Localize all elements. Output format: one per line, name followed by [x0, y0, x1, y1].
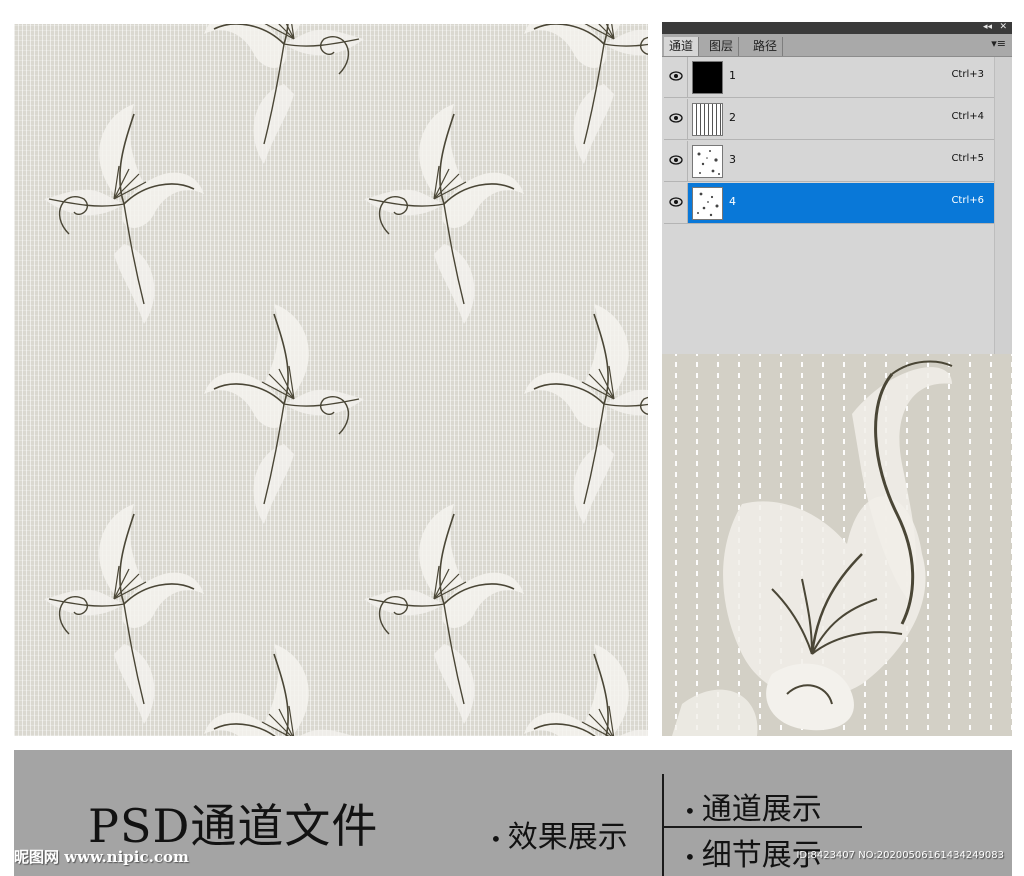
- channel-thumbnail: [692, 61, 723, 94]
- channel-thumbnail: [692, 145, 723, 178]
- flower-motif: [44, 104, 204, 324]
- collapse-icon[interactable]: ◂◂: [983, 22, 992, 33]
- visibility-toggle[interactable]: [664, 141, 688, 181]
- panel-tab-bar: 通道 图层 路径 ▾≡: [662, 34, 1012, 57]
- channel-thumbnail: [692, 187, 723, 220]
- visibility-toggle[interactable]: [664, 99, 688, 139]
- floral-detail-graphic: [672, 360, 953, 736]
- tab-paths[interactable]: 路径: [748, 37, 784, 56]
- channel-row[interactable]: 3 Ctrl+5: [664, 141, 994, 182]
- panel-menu-icon[interactable]: ▾≡: [991, 37, 1006, 50]
- flower-motif: [204, 24, 364, 164]
- floral-pattern-graphic: [44, 24, 648, 736]
- detail-preview: [662, 354, 1012, 736]
- bullet: •: [684, 845, 696, 869]
- flower-motif: [364, 104, 524, 324]
- visibility-toggle[interactable]: [664, 183, 688, 223]
- panel-scrollbar[interactable]: [994, 57, 1012, 354]
- eye-icon: [669, 197, 683, 207]
- channel-name: 2: [729, 111, 736, 124]
- visibility-toggle[interactable]: [664, 57, 688, 97]
- divider: [662, 774, 664, 876]
- panel-title-bar: ◂◂ ✕: [662, 22, 1012, 34]
- effect-display-label: • 效果展示: [490, 820, 628, 855]
- channel-name: 1: [729, 69, 736, 82]
- eye-icon: [669, 71, 683, 81]
- pattern-preview: [14, 24, 648, 736]
- tab-channels[interactable]: 通道: [664, 37, 700, 56]
- channels-panel: ◂◂ ✕ 通道 图层 路径 ▾≡ 1 Ctrl+3 2 Ctrl+4 3 Ctr…: [662, 22, 1012, 354]
- channel-shortcut: Ctrl+3: [951, 69, 984, 80]
- channel-thumbnail: [692, 103, 723, 136]
- channel-name: 3: [729, 153, 736, 166]
- eye-icon: [669, 155, 683, 165]
- channel-name: 4: [729, 195, 736, 208]
- channel-row[interactable]: 2 Ctrl+4: [664, 99, 994, 140]
- flower-motif: [524, 304, 648, 524]
- channel-display-label: • 通道展示: [684, 792, 822, 827]
- bullet: •: [684, 799, 696, 823]
- channel-shortcut: Ctrl+6: [951, 195, 984, 206]
- bullet: •: [490, 827, 502, 851]
- flower-motif: [364, 504, 524, 724]
- flower-motif: [44, 504, 204, 724]
- flower-motif: [524, 644, 648, 736]
- tab-layers[interactable]: 图层: [704, 37, 740, 56]
- close-icon[interactable]: ✕: [999, 22, 1007, 33]
- channel-row-selected[interactable]: 4 Ctrl+6: [664, 183, 994, 224]
- channel-shortcut: Ctrl+5: [951, 153, 984, 164]
- watermark-logo: 昵图网 www.nipic.com: [14, 848, 189, 866]
- flower-motif: [204, 304, 364, 524]
- channel-shortcut: Ctrl+4: [951, 111, 984, 122]
- channel-row[interactable]: 1 Ctrl+3: [664, 57, 994, 98]
- eye-icon: [669, 113, 683, 123]
- flower-motif: [204, 644, 354, 736]
- flower-motif: [524, 24, 648, 164]
- watermark-id: ID:8423407 NO:20200506161434249083: [796, 850, 1004, 861]
